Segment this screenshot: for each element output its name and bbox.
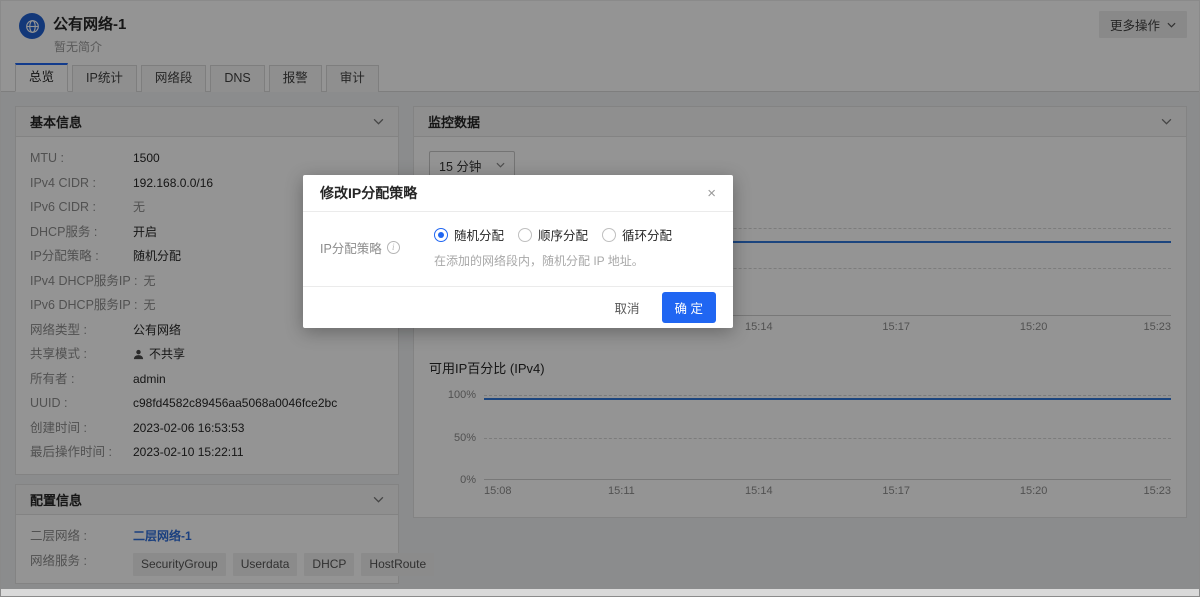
- ip-policy-field-content: 随机分配 顺序分配 循环分配 在添加的网络段内，随机分配 IP 地址。: [434, 225, 672, 269]
- radio-icon[interactable]: [602, 227, 617, 242]
- radio-option-3[interactable]: 循环分配: [602, 225, 672, 244]
- dialog-body: IP分配策略 i 随机分配 顺序分配 循环分配 在添加的网络段内，随机分配 IP 地…: [303, 212, 733, 269]
- info-icon[interactable]: i: [386, 240, 400, 254]
- page: 公有网络-1 暂无简介 更多操作 总览 IP统计 网络段 DNS 报警 审计 基本信息 M…: [1, 1, 1199, 589]
- cancel-button[interactable]: 取消: [615, 298, 640, 317]
- modify-ip-policy-dialog: 修改IP分配策略 × IP分配策略 i 随机分配 顺序分配 循环分配 在添加的网络段…: [303, 175, 733, 328]
- radio-icon[interactable]: [518, 227, 533, 242]
- radio-selected-icon[interactable]: [434, 227, 448, 242]
- app-window: 公有网络-1 暂无简介 更多操作 总览 IP统计 网络段 DNS 报警 审计 基本信息 M…: [0, 0, 1200, 597]
- ip-policy-label-text: IP分配策略: [320, 241, 382, 256]
- ip-policy-radio-group: 随机分配 顺序分配 循环分配: [434, 225, 672, 244]
- radio-label: 随机分配: [454, 229, 505, 243]
- ok-button[interactable]: 确 定: [661, 292, 716, 323]
- radio-label: 顺序分配: [538, 229, 589, 243]
- window-bottom-strip: [1, 589, 1199, 596]
- dialog-footer: 取消 确 定: [303, 286, 733, 328]
- radio-option-1[interactable]: 随机分配: [434, 225, 504, 244]
- close-icon[interactable]: ×: [707, 186, 716, 201]
- ip-policy-field-label: IP分配策略 i: [320, 225, 434, 269]
- ip-policy-hint: 在添加的网络段内，随机分配 IP 地址。: [434, 254, 644, 268]
- dialog-title: 修改IP分配策略: [320, 185, 418, 201]
- radio-option-2[interactable]: 顺序分配: [518, 225, 588, 244]
- radio-label: 循环分配: [622, 229, 673, 243]
- dialog-header: 修改IP分配策略 ×: [303, 175, 733, 212]
